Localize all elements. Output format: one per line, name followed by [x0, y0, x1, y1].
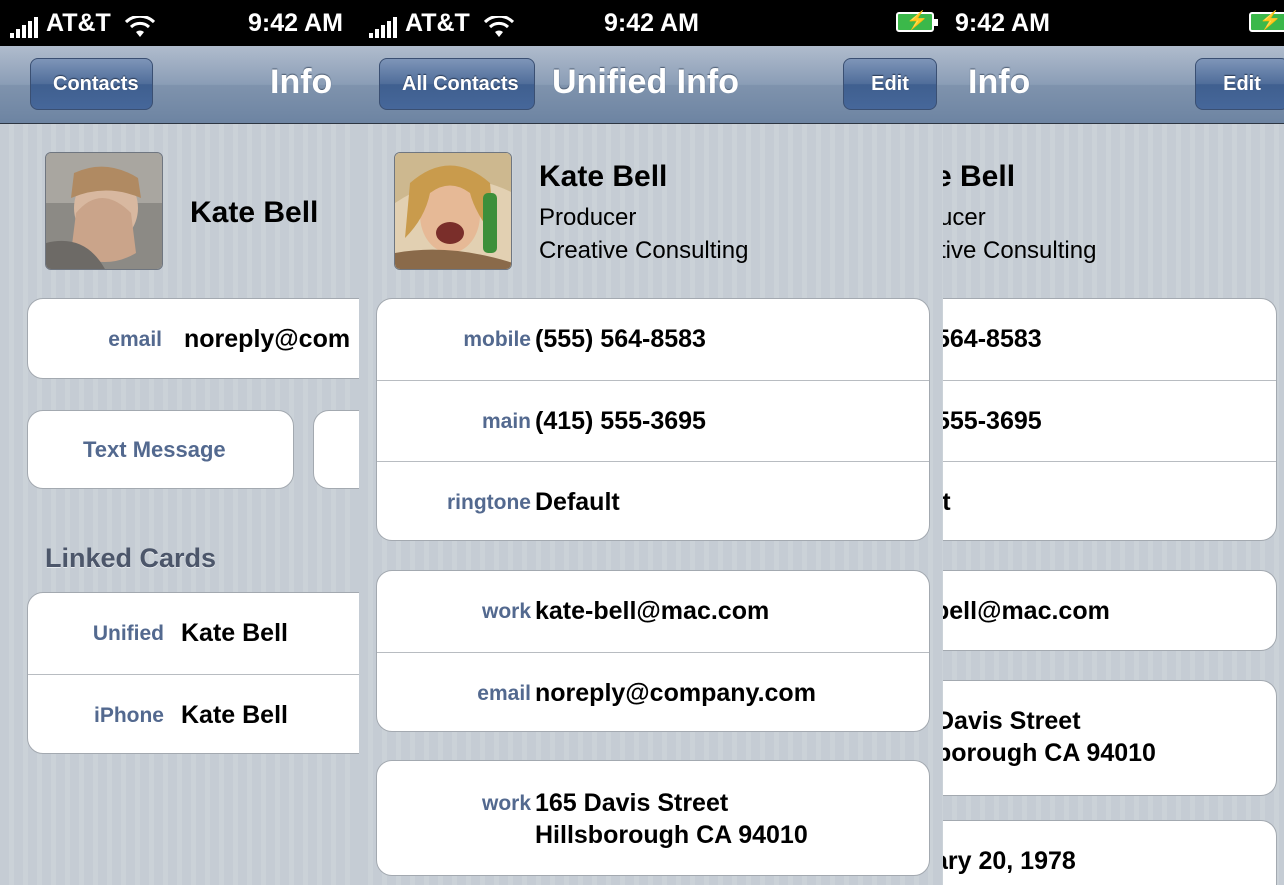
- email-row-work[interactable]: work kate-bell@mac.com: [377, 571, 929, 652]
- field-value: (555) 564-8583: [535, 325, 706, 353]
- address-line-1: 165 Davis Street: [535, 789, 729, 817]
- navigation-bar: Contacts Info: [0, 46, 359, 124]
- clock: 9:42 AM: [955, 9, 1050, 37]
- company-name: tive Consulting: [943, 237, 1097, 264]
- field-label: email: [108, 328, 162, 351]
- linked-card-row[interactable]: Unified Kate Bell: [28, 593, 359, 674]
- phone-group: mobile (555) 564-8583 main (415) 555-369…: [376, 298, 930, 541]
- phone-group: 564-8583 555-3695 ult: [943, 298, 1277, 541]
- address-line-2: borough CA 94010: [943, 739, 1156, 767]
- status-bar: AT&T 9:42 AM: [0, 0, 359, 46]
- status-bar: AT&T 9:42 AM ⚡: [359, 0, 943, 46]
- linked-cards-header: Linked Cards: [45, 543, 217, 573]
- phone-row-mobile[interactable]: mobile (555) 564-8583: [377, 299, 929, 380]
- field-value: bell@mac.com: [943, 597, 1110, 625]
- text-message-label: Text Message: [83, 437, 226, 462]
- linked-cards-group: Unified Kate Bell iPhone Kate Bell: [27, 592, 359, 754]
- ringtone-row[interactable]: ringtone Default: [377, 461, 929, 540]
- email-row-other[interactable]: email noreply@company.com: [377, 652, 929, 731]
- phone-row-mobile[interactable]: 564-8583: [943, 299, 1276, 380]
- text-message-button[interactable]: Text Message: [27, 410, 294, 489]
- navigation-bar: All Contacts Unified Info Edit: [359, 46, 943, 124]
- job-title: ucer: [943, 204, 986, 231]
- linked-card-value: Kate Bell: [181, 619, 288, 647]
- email-group: email noreply@com: [27, 298, 359, 379]
- phone-row-main[interactable]: 555-3695: [943, 380, 1276, 461]
- address-group: work 165 Davis Street Hillsborough CA 94…: [376, 760, 930, 876]
- field-label: email: [477, 682, 531, 705]
- status-bar: 9:42 AM ⚡: [943, 0, 1284, 46]
- field-label: mobile: [463, 328, 531, 351]
- contact-name: Kate Bell: [539, 160, 668, 193]
- email-row[interactable]: email noreply@com: [28, 299, 359, 378]
- signal-icon: [10, 16, 38, 38]
- carrier-label: AT&T: [46, 9, 111, 37]
- field-value: kate-bell@mac.com: [535, 597, 770, 625]
- field-label: ringtone: [447, 491, 531, 514]
- company-name: Creative Consulting: [539, 237, 749, 264]
- unified-info-screen: AT&T 9:42 AM ⚡ All Contacts Unified Info…: [359, 0, 943, 885]
- email-row-work[interactable]: bell@mac.com: [943, 571, 1276, 650]
- nav-title: Info: [270, 63, 333, 101]
- field-value: 564-8583: [943, 325, 1042, 353]
- wifi-icon: [124, 16, 155, 38]
- linked-card-value: Kate Bell: [181, 701, 288, 729]
- contact-photo[interactable]: [394, 152, 512, 270]
- info-screen-partial: 9:42 AM ⚡ Info Edit e Bell ucer tive Con…: [943, 0, 1284, 885]
- field-value: noreply@com: [184, 325, 351, 353]
- nav-title: Info: [968, 63, 1031, 101]
- contact-photo[interactable]: [45, 152, 163, 270]
- field-label: work: [481, 600, 531, 623]
- address-group: Davis Street borough CA 94010: [943, 680, 1277, 796]
- linked-card-row[interactable]: iPhone Kate Bell: [28, 674, 359, 753]
- field-value: (415) 555-3695: [535, 407, 706, 435]
- contact-name: Kate Bell: [190, 196, 319, 229]
- field-label: work: [481, 792, 531, 815]
- clock: 9:42 AM: [604, 9, 699, 37]
- linked-card-label: iPhone: [93, 704, 164, 727]
- address-row-work[interactable]: work 165 Davis Street Hillsborough CA 94…: [377, 761, 929, 875]
- address-row-work[interactable]: Davis Street borough CA 94010: [943, 681, 1276, 795]
- field-value: ult: [943, 488, 951, 516]
- clock: 9:42 AM: [248, 9, 343, 37]
- field-value: 555-3695: [943, 407, 1042, 435]
- linked-card-label: Unified: [92, 622, 164, 645]
- field-value: noreply@company.com: [535, 679, 816, 707]
- address-line-1: Davis Street: [943, 707, 1081, 735]
- phone-row-main[interactable]: main (415) 555-3695: [377, 380, 929, 461]
- birthday-group: ary 20, 1978: [943, 820, 1277, 885]
- contact-info-screen: AT&T 9:42 AM Contacts Info Kate Bell ema…: [0, 0, 359, 885]
- back-button-contacts[interactable]: Contacts: [30, 58, 153, 110]
- field-value: ary 20, 1978: [943, 847, 1076, 875]
- back-button-label: All Contacts: [402, 73, 519, 95]
- edit-button[interactable]: Edit: [1195, 58, 1284, 110]
- battery-icon: ⚡: [1249, 10, 1284, 32]
- field-value: Default: [535, 488, 620, 516]
- contact-name: e Bell: [943, 160, 1016, 193]
- edit-button[interactable]: Edit: [843, 58, 937, 110]
- signal-icon: [369, 16, 397, 38]
- nav-title: Unified Info: [552, 63, 739, 101]
- birthday-row[interactable]: ary 20, 1978: [943, 821, 1276, 885]
- job-title: Producer: [539, 204, 637, 231]
- email-group: work kate-bell@mac.com email noreply@com…: [376, 570, 930, 732]
- ringtone-row[interactable]: ult: [943, 461, 1276, 540]
- back-button-label: Contacts: [53, 73, 139, 95]
- battery-icon: ⚡: [896, 10, 938, 32]
- email-group: bell@mac.com: [943, 570, 1277, 651]
- share-contact-button[interactable]: [313, 410, 359, 489]
- carrier-label: AT&T: [405, 9, 470, 37]
- back-button-all-contacts[interactable]: All Contacts: [379, 58, 535, 110]
- field-label: main: [481, 410, 531, 433]
- address-line-2: Hillsborough CA 94010: [535, 821, 808, 849]
- wifi-icon: [483, 16, 514, 38]
- navigation-bar: Info Edit: [943, 46, 1284, 124]
